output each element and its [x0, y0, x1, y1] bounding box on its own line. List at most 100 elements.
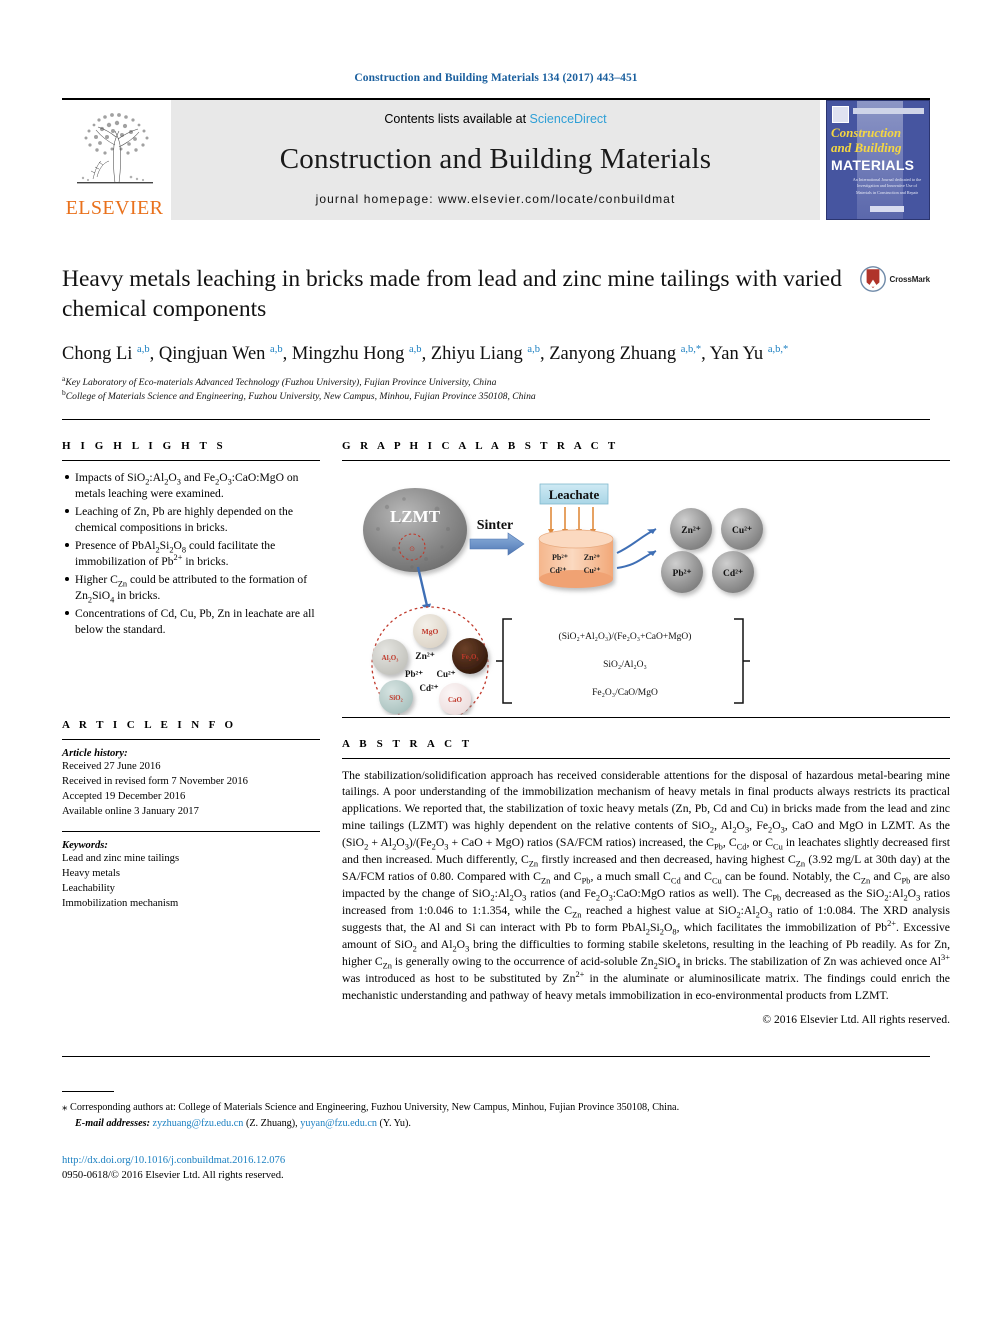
svg-text:⊙: ⊙: [409, 545, 415, 553]
ratio-line-1: (SiO₂+Al₂O₃)/(Fe₂O₃+CaO+MgO): [559, 631, 692, 642]
svg-text:MgO: MgO: [422, 627, 439, 636]
cover-blurb: An International Journal dedicated to th…: [852, 177, 922, 195]
email-link-1[interactable]: zyzhuang@fzu.edu.cn: [153, 1118, 244, 1129]
journal-masthead: ELSEVIER Contents lists available at Sci…: [62, 98, 930, 220]
doi-link[interactable]: http://dx.doi.org/10.1016/j.conbuildmat.…: [62, 1153, 930, 1168]
list-item: Leaching of Zn, Pb are highly depended o…: [65, 504, 320, 536]
affiliation-text-b: College of Materials Science and Enginee…: [65, 391, 536, 403]
graphical-abstract-figure: LZMT ⊙ Sinter Leachate Pb²⁺ Zn²⁺ Cd²⁺ Cu…: [342, 467, 950, 724]
article-history: Article history: Received 27 June 2016 R…: [62, 748, 320, 820]
abstract-heading: A B S T R A C T: [342, 737, 473, 750]
sciencedirect-link[interactable]: ScienceDirect: [530, 112, 607, 126]
svg-text:Zn²⁺: Zn²⁺: [415, 652, 434, 662]
cover-title-line1: Construction: [831, 125, 902, 140]
svg-text:CaO: CaO: [448, 696, 463, 704]
svg-text:Fe₂O₃: Fe₂O₃: [461, 653, 478, 661]
email-label: E-mail addresses:: [75, 1117, 150, 1129]
svg-text:Cd²⁺: Cd²⁺: [420, 683, 439, 693]
crossmark-label: CrossMark: [889, 274, 931, 284]
journal-homepage-link[interactable]: journal homepage: www.elsevier.com/locat…: [316, 192, 676, 206]
issn-copyright-line: 0950-0618/© 2016 Elsevier Ltd. All right…: [62, 1170, 284, 1182]
article-history-label: Article history:: [62, 747, 128, 759]
graphical-abstract-heading: G R A P H I C A L A B S T R A C T: [342, 439, 619, 452]
elsevier-tree-icon: [76, 113, 153, 184]
keyword-item: Immobilization mechanism: [62, 898, 179, 910]
content-columns: H I G H L I G H T S Impacts of SiO2:Al2O…: [62, 420, 950, 1027]
ratio-line-2: SiO₂/Al₂O₃: [603, 660, 647, 670]
crossmark-badge[interactable]: CrossMark: [859, 266, 931, 292]
corresponding-text: Corresponding authors at: College of Mat…: [70, 1102, 680, 1114]
elsevier-wordmark: ELSEVIER: [65, 197, 164, 219]
keyword-item: Lead and zinc mine tailings: [62, 852, 180, 864]
svg-text:SiO₂: SiO₂: [389, 694, 402, 702]
keywords-divider: [62, 830, 320, 832]
keyword-item: Leachability: [62, 883, 115, 895]
article-page: Construction and Building Materials 134 …: [0, 0, 992, 1323]
journal-cover-thumbnail[interactable]: Construction and Building MATERIALS An I…: [826, 100, 930, 220]
svg-text:Pb²⁺: Pb²⁺: [405, 669, 423, 679]
email-note: E-mail addresses: zyzhuang@fzu.edu.cn (Z…: [75, 1117, 411, 1129]
affiliation-list: aKey Laboratory of Eco-materials Advance…: [62, 375, 930, 404]
left-column: H I G H L I G H T S Impacts of SiO2:Al2O…: [62, 420, 320, 1027]
corresponding-author-note: ⁎ Corresponding authors at: College of M…: [62, 1099, 930, 1116]
ratio-line-3: Fe₂O₃/CaO/MgO: [592, 688, 658, 698]
highlights-divider: [62, 459, 320, 461]
article-info-heading: A R T I C L E I N F O: [62, 718, 237, 731]
svg-text:Cu²⁺: Cu²⁺: [732, 526, 752, 536]
cover-imprint-box: [870, 206, 904, 212]
history-revised: Received in revised form 7 November 2016: [62, 775, 248, 787]
highlights-list: Impacts of SiO2:Al2O3 and Fe2O3:CaO:MgO …: [62, 470, 320, 639]
svg-text:Cu²⁺: Cu²⁺: [437, 669, 456, 679]
list-item: Concentrations of Cd, Cu, Pb, Zn in leac…: [65, 606, 320, 638]
corresponding-marker: ⁎: [62, 1101, 68, 1114]
svg-text:Pb²⁺: Pb²⁺: [552, 553, 568, 562]
elsevier-logo: ELSEVIER: [62, 100, 167, 220]
article-info-divider: [62, 738, 320, 740]
affiliation-text-a: Key Laboratory of Eco-materials Advanced…: [65, 377, 497, 389]
keywords-block: Keywords: Lead and zinc mine tailings He…: [62, 840, 320, 912]
cover-publisher-icon: [832, 106, 849, 123]
email-owner-1: (Z. Zhuang): [245, 1117, 296, 1129]
doi-block: http://dx.doi.org/10.1016/j.conbuildmat.…: [62, 1153, 930, 1184]
abstract-copyright: © 2016 Elsevier Ltd. All rights reserved…: [762, 1014, 950, 1027]
graphical-abstract-divider: [342, 459, 950, 461]
list-item: Impacts of SiO2:Al2O3 and Fe2O3:CaO:MgO …: [65, 470, 320, 502]
svg-text:Cu²⁺: Cu²⁺: [584, 566, 601, 575]
svg-text:Pb²⁺: Pb²⁺: [673, 569, 692, 579]
contents-prefix: Contents lists available at: [384, 112, 530, 126]
page-title: Heavy metals leaching in bricks made fro…: [62, 266, 842, 323]
journal-title: Construction and Building Materials: [279, 142, 712, 175]
cover-title-line3: MATERIALS: [831, 157, 915, 173]
affiliation-b: bCollege of Materials Science and Engine…: [62, 389, 930, 404]
history-online: Available online 3 January 2017: [62, 806, 199, 818]
cover-top-bar: [853, 108, 924, 114]
footer-divider: [62, 1056, 930, 1058]
history-accepted: Accepted 19 December 2016: [62, 791, 186, 803]
keywords-label: Keywords:: [62, 839, 108, 851]
list-item: Higher CZn could be attributed to the fo…: [65, 572, 320, 604]
highlights-heading: H I G H L I G H T S: [62, 439, 227, 452]
svg-text:Zn²⁺: Zn²⁺: [681, 526, 700, 536]
history-received: Received 27 June 2016: [62, 760, 161, 772]
author-list: Chong Li a,b, Qingjuan Wen a,b, Mingzhu …: [62, 344, 789, 365]
cover-title-line2: and Building: [831, 140, 902, 155]
right-column: G R A P H I C A L A B S T R A C T LZMT ⊙…: [342, 420, 951, 1027]
crossmark-icon: [859, 266, 886, 292]
svg-text:Cd²⁺: Cd²⁺: [723, 569, 743, 579]
affiliation-a: aKey Laboratory of Eco-materials Advance…: [62, 375, 930, 390]
email-owner-2: (Y. Yu): [379, 1117, 409, 1129]
footnotes: ⁎ Corresponding authors at: College of M…: [62, 1091, 930, 1131]
keyword-item: Heavy metals: [62, 867, 120, 879]
abstract-divider: [342, 757, 950, 759]
running-head: Construction and Building Materials 134 …: [354, 72, 638, 84]
graphical-abstract-diagram: LZMT ⊙ Sinter Leachate Pb²⁺ Zn²⁺ Cd²⁺ Cu…: [363, 483, 763, 724]
leachate-label: Leachate: [549, 487, 600, 502]
svg-text:Cd²⁺: Cd²⁺: [550, 566, 567, 575]
list-item: Presence of PbAl2Si2O8 could facilitate …: [65, 538, 320, 570]
abstract-body: The stabilization/solidification approac…: [342, 768, 951, 1003]
footnote-rule: [62, 1091, 114, 1093]
email-link-2[interactable]: yuyan@fzu.edu.cn: [300, 1118, 377, 1129]
contents-line: Contents lists available at ScienceDirec…: [384, 112, 606, 126]
svg-text:Zn²⁺: Zn²⁺: [584, 553, 600, 562]
svg-text:Al₂O₃: Al₂O₃: [382, 654, 399, 662]
